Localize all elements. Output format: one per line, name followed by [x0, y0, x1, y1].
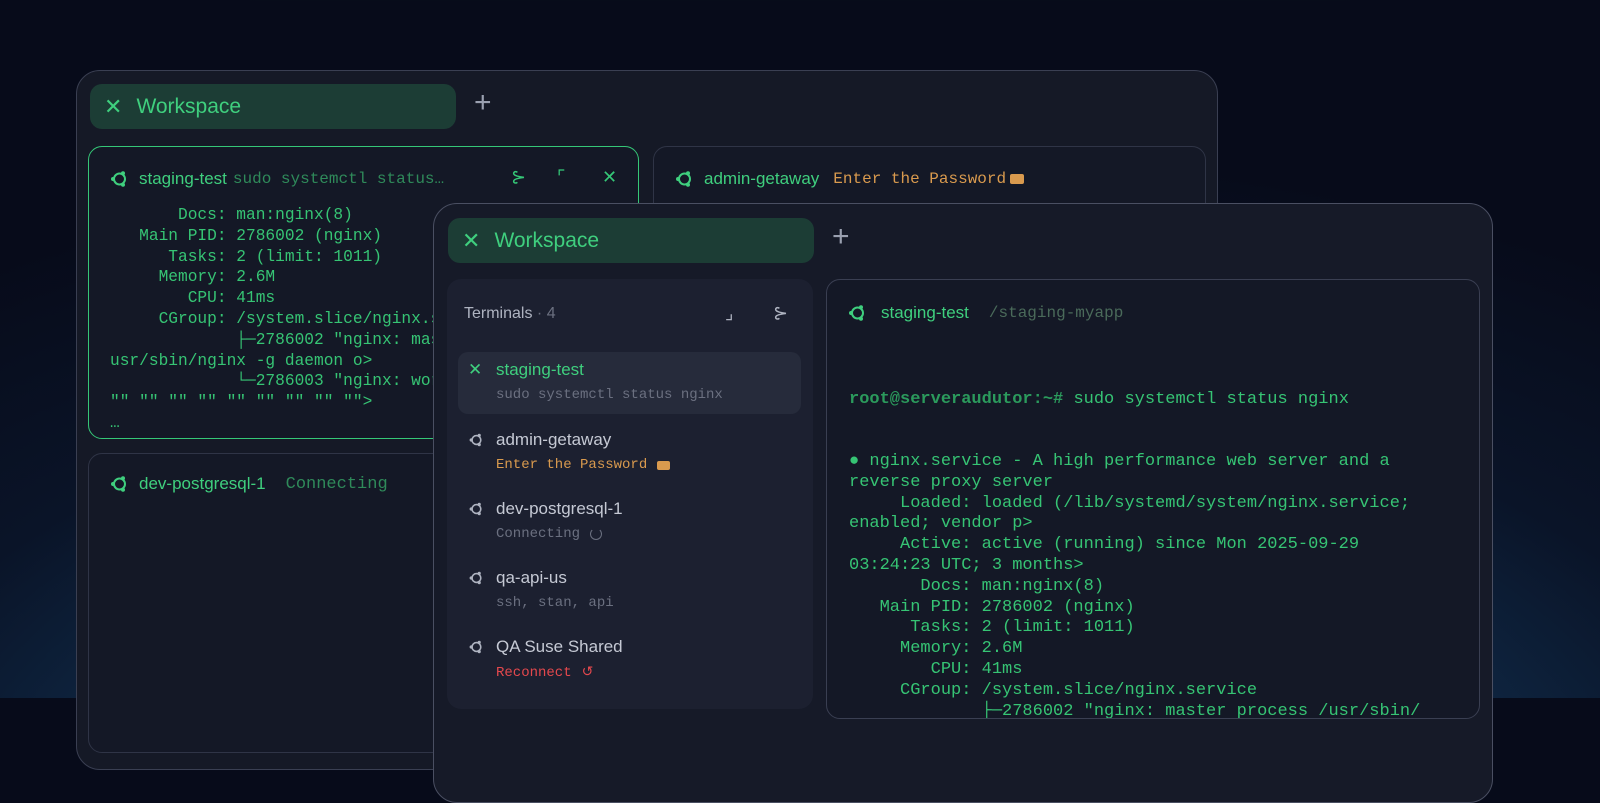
tab-label: Workspace: [136, 94, 242, 118]
terminal-line: CGroup: /system.slice/nginx.service: [849, 680, 1258, 700]
sidebar-item-dev-postgresql-1[interactable]: dev-postgresql-1 Connecting: [458, 491, 801, 553]
pane-host: staging-test: [881, 303, 969, 322]
item-name: QA Suse Shared: [496, 637, 623, 656]
terminal-line: Active: active (running) since Mon 2025-…: [849, 535, 1360, 555]
command: sudo systemctl status nginx: [1063, 389, 1349, 409]
split-icon[interactable]: ⊱: [511, 167, 526, 188]
terminal-line: reverse proxy server: [849, 472, 1054, 492]
pane-host: dev-postgresql-1: [139, 474, 266, 493]
front-workspace-tab[interactable]: ✕ Workspace: [448, 218, 814, 263]
back-workspace-tab[interactable]: ✕ Workspace: [90, 84, 456, 129]
terminal-line: Main PID: 2786002 (nginx): [849, 597, 1135, 617]
item-name: dev-postgresql-1: [496, 499, 623, 518]
reconnect-icon[interactable]: ↺: [582, 664, 594, 681]
add-tab-button[interactable]: +: [832, 220, 850, 254]
tab-label: Workspace: [494, 228, 600, 252]
pane-path: /staging-myapp: [988, 304, 1124, 322]
expand-icon[interactable]: ⌜: [557, 167, 565, 188]
sidebar-item-admin-getaway[interactable]: admin-getaway Enter the Password: [458, 422, 801, 484]
ubuntu-icon: [109, 169, 129, 189]
ubuntu-icon: [468, 639, 484, 655]
item-name: staging-test: [496, 360, 584, 379]
password-dots-icon: [657, 460, 671, 470]
prompt: root@serveraudutor:~#: [849, 389, 1064, 409]
terminal-line: Tasks: 2 (limit: 1011): [849, 618, 1135, 638]
terminals-sidebar: Terminals · 4 ⌟ ⊱ ✕ staging-test sudo sy…: [447, 279, 813, 709]
item-sub-text: Enter the Password: [496, 457, 648, 473]
spinner-icon: [590, 528, 603, 540]
password-dots-icon: [1010, 174, 1025, 184]
item-sub-text: ssh, stan, api: [496, 595, 614, 611]
pane-host: staging-test: [139, 169, 227, 188]
terminal-line: Loaded: loaded (/lib/systemd/system/ngin…: [849, 493, 1411, 513]
item-sub: sudo systemctl status nginx: [496, 387, 723, 403]
collapse-icon[interactable]: ⌟: [725, 303, 733, 324]
terminal-line: Memory: 2.6M: [849, 639, 1023, 659]
pane-command: sudo systemctl status…: [232, 170, 445, 188]
terminal-line: ├─2786002 "nginx: master process /usr/sb…: [849, 701, 1421, 719]
sidebar-item-staging-test[interactable]: ✕ staging-test sudo systemctl status ngi…: [458, 352, 801, 414]
add-tab-button[interactable]: +: [474, 86, 492, 120]
split-icon[interactable]: ⊱: [773, 303, 788, 324]
pane-host: admin-getaway: [704, 169, 820, 188]
ubuntu-icon: [109, 474, 129, 494]
ubuntu-icon: [847, 303, 867, 323]
ubuntu-icon: [468, 501, 484, 517]
terminal-line: CPU: 41ms: [849, 659, 1023, 679]
close-icon[interactable]: ✕: [468, 360, 482, 380]
close-icon[interactable]: ✕: [104, 94, 122, 120]
item-sub-text: Connecting: [496, 526, 581, 542]
terminal-count: · 4: [536, 305, 556, 322]
item-name: qa-api-us: [496, 568, 567, 587]
sidebar-item-qa-suse-shared[interactable]: QA Suse Shared Reconnect ↺: [458, 629, 801, 691]
sidebar-item-qa-api-us[interactable]: qa-api-us ssh, stan, api: [458, 560, 801, 622]
terminal-line: ● nginx.service - A high performance web…: [849, 451, 1390, 471]
terminal-output[interactable]: root@serveraudutor:~# sudo systemctl sta…: [849, 348, 1479, 719]
close-icon[interactable]: ✕: [462, 228, 480, 254]
ubuntu-icon: [674, 169, 694, 189]
item-name: admin-getaway: [496, 430, 612, 449]
sidebar-title-text: Terminals: [464, 305, 533, 322]
terminal-line: Docs: man:nginx(8): [849, 576, 1105, 596]
item-sub-text: sudo systemctl status nginx: [496, 387, 723, 403]
ubuntu-icon: [468, 570, 484, 586]
terminal-line: enabled; vendor p>: [849, 514, 1033, 534]
terminal-pane-staging-test[interactable]: staging-test /staging-myapp root@servera…: [826, 279, 1480, 719]
pane-status: Connecting: [285, 474, 388, 494]
pane-status: Enter the Password: [833, 170, 1007, 188]
terminal-line: 03:24:23 UTC; 3 months>: [849, 555, 1084, 575]
ubuntu-icon: [468, 432, 484, 448]
sidebar-title: Terminals · 4: [464, 305, 556, 323]
reconnect-link[interactable]: Reconnect: [496, 665, 572, 681]
close-pane-icon[interactable]: ✕: [602, 167, 617, 188]
